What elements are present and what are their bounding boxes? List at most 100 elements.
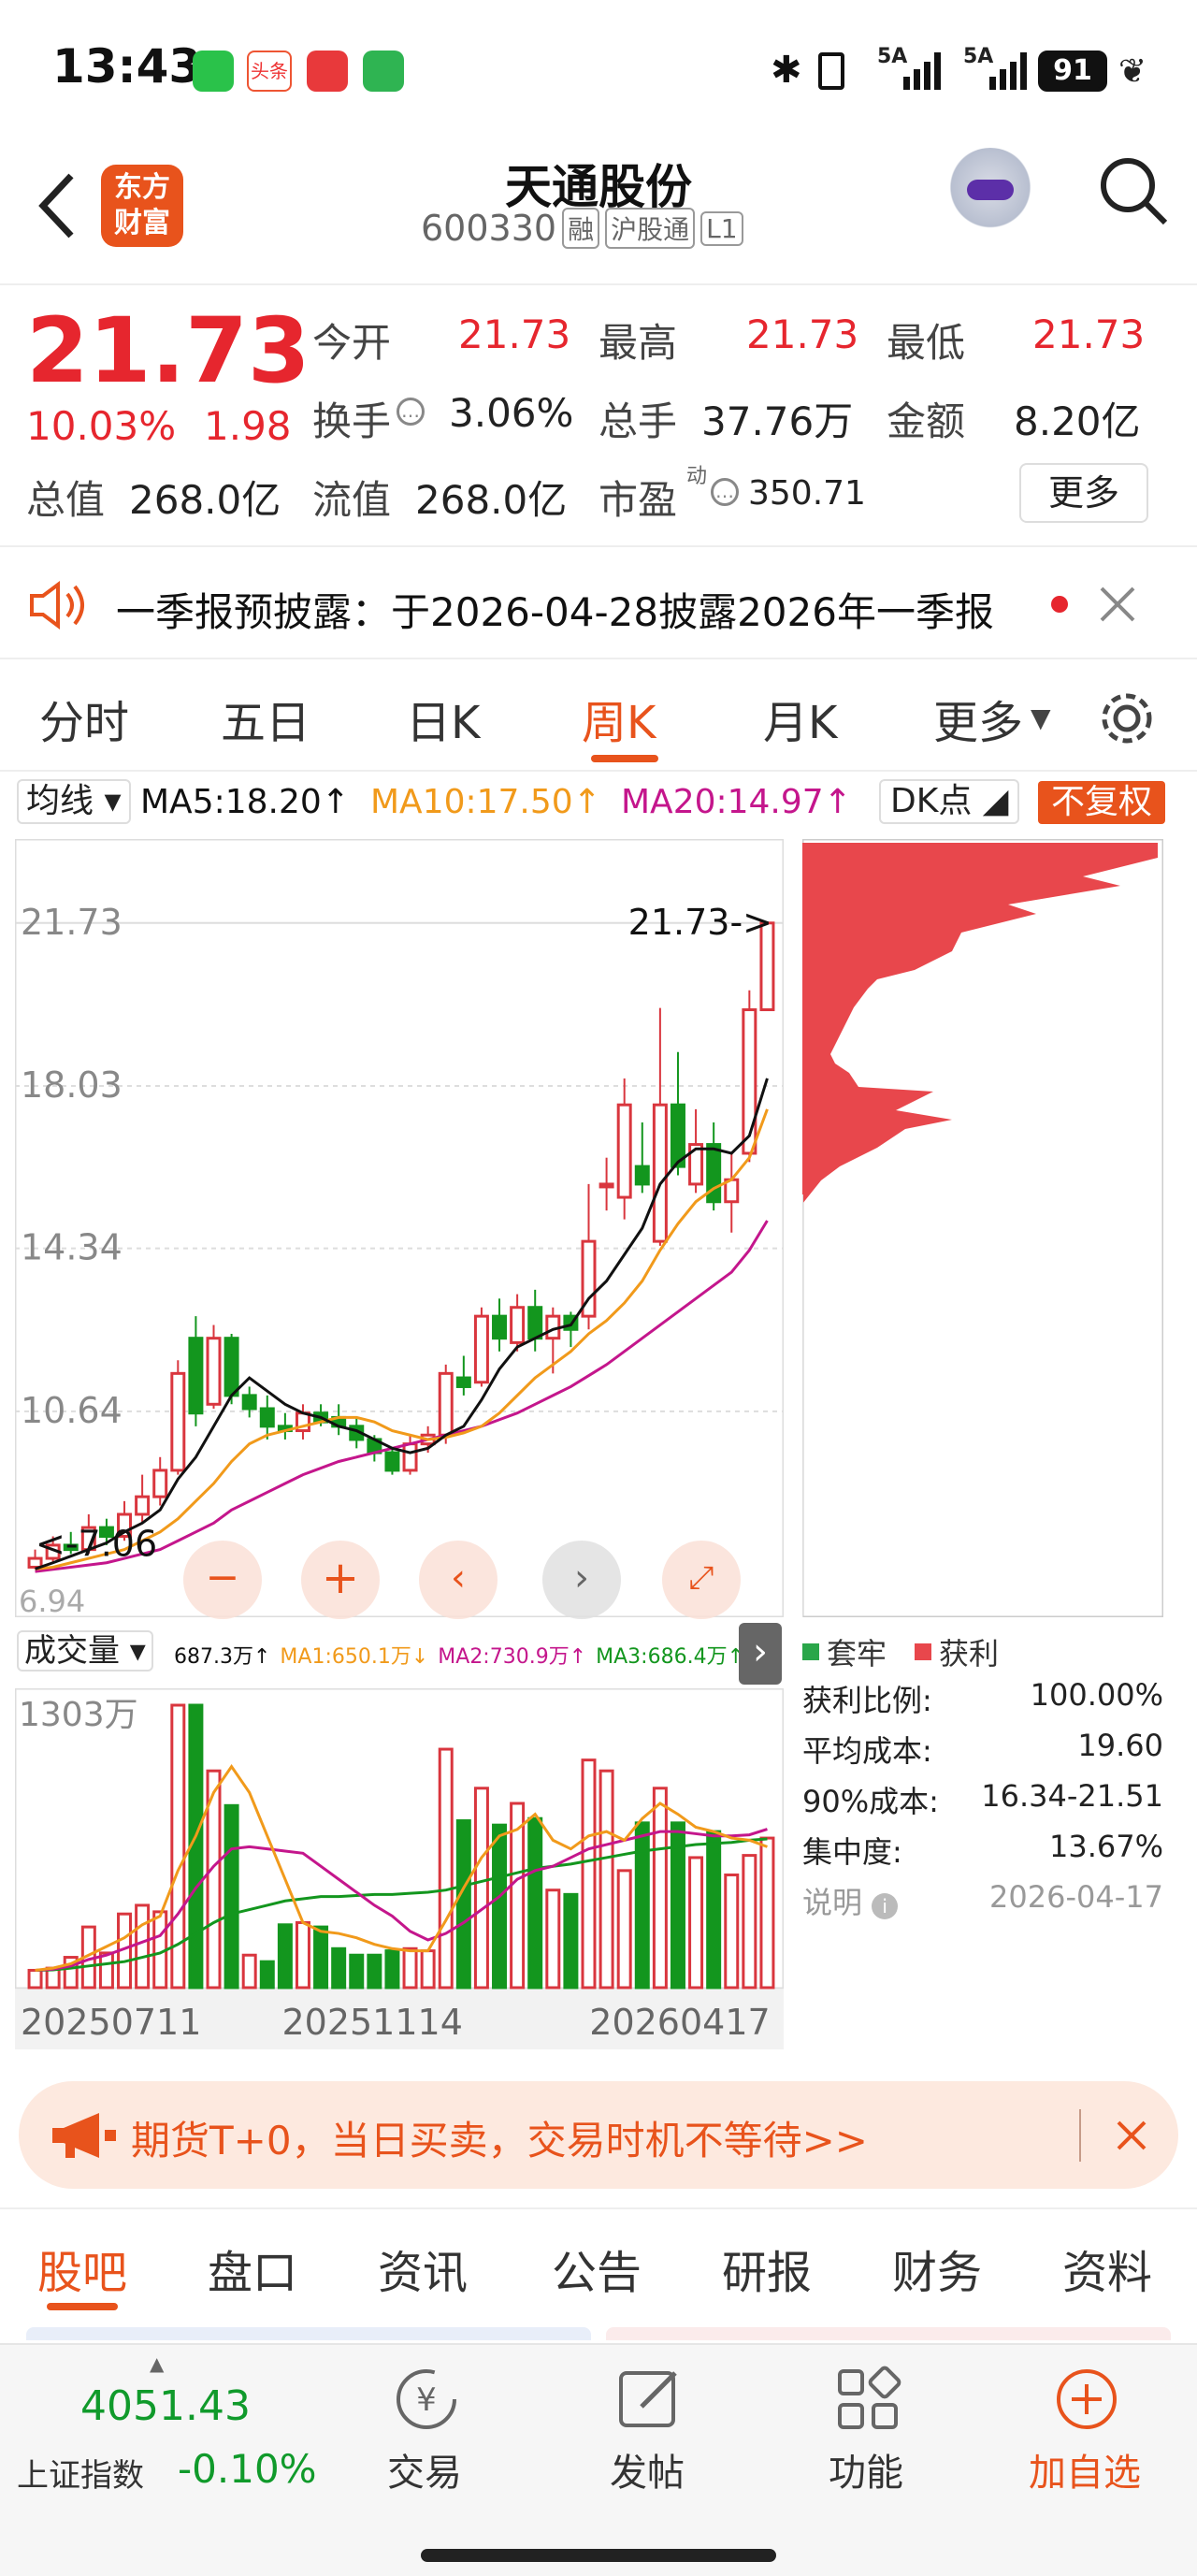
volume-bar — [598, 1769, 614, 1990]
info-icon[interactable]: i — [872, 1893, 899, 1919]
promo-divider — [1079, 2109, 1081, 2162]
candle-body — [616, 1103, 632, 1199]
dk-selector[interactable]: DK点 ◢ — [879, 779, 1020, 824]
close-notice-icon[interactable] — [1094, 581, 1141, 628]
badge-level: L1 — [700, 210, 743, 246]
tab-announcements[interactable]: 公告 — [552, 2236, 642, 2301]
app-icon — [307, 51, 348, 92]
candle-body — [598, 1182, 614, 1189]
candle-body — [634, 1165, 650, 1186]
leaf-icon: ❦ — [1118, 52, 1147, 91]
trade-label[interactable]: 交易 — [387, 2442, 462, 2496]
search-icon[interactable] — [1096, 153, 1171, 228]
candle-body — [438, 1371, 454, 1437]
trade-icon[interactable]: ¥ — [391, 2364, 462, 2435]
index-up-icon: ▲ — [150, 2352, 165, 2375]
content-card-right — [606, 2327, 1171, 2340]
legend-trap-swatch — [802, 1643, 819, 1660]
add-watchlist-label[interactable]: 加自选 — [1029, 2442, 1141, 2496]
pe-info-icon[interactable]: … — [711, 478, 739, 506]
high-label: 最高 — [598, 320, 678, 366]
fullscreen-icon[interactable]: ⤢ — [662, 1541, 741, 1619]
kline-chart[interactable]: 21.73 18.03 14.34 10.64 21.73-> <-7.06 6.94 — [15, 839, 784, 1617]
promo-banner[interactable]: 期货T+0，当日买卖，交易时机不等待>> — [19, 2081, 1178, 2189]
chart-area: 均线 ▾ MA5:18.20↑ MA10:17.50↑ MA20:14.97↑ … — [0, 772, 1197, 2062]
volume-bar — [277, 1923, 293, 1990]
chip-row: 集中度: 13.67% — [802, 1829, 1163, 1870]
candle-body — [224, 1337, 239, 1397]
amount-value: 8.20亿 — [1014, 398, 1141, 444]
turnover-label: 换手 — [312, 398, 392, 444]
tab-weekly[interactable]: 周K — [582, 686, 656, 751]
index-name[interactable]: 上证指数 — [17, 2450, 144, 2496]
change-amt: 1.98 — [204, 403, 292, 449]
volume-bar — [634, 1821, 650, 1990]
scroll-left-button[interactable]: ‹ — [419, 1541, 498, 1619]
tab-research[interactable]: 研报 — [722, 2236, 812, 2301]
content-tab-indicator — [47, 2303, 118, 2310]
volume-bar — [492, 1823, 508, 1990]
volume-bar — [384, 1949, 400, 1990]
tab-guba[interactable]: 股吧 — [37, 2236, 127, 2301]
ma5-label: MA5:18.20↑ — [140, 783, 350, 821]
low-tick-label: 6.94 — [19, 1584, 85, 1617]
tab-more[interactable]: 更多 — [933, 686, 1023, 751]
chip-row: 平均成本: 19.60 — [802, 1728, 1163, 1769]
volume-bar — [527, 1816, 543, 1990]
tab-finance[interactable]: 财务 — [892, 2236, 982, 2301]
more-button[interactable]: 更多 — [1019, 463, 1148, 523]
scroll-right-button[interactable]: › — [542, 1541, 621, 1619]
price-tick-label: 10.64 — [21, 1390, 123, 1431]
function-grid-icon[interactable] — [832, 2364, 903, 2435]
home-indicator — [421, 2549, 776, 2562]
volume-max-label: 1303万 — [19, 1696, 138, 1734]
post-icon[interactable] — [613, 2364, 685, 2435]
add-watchlist-icon[interactable] — [1051, 2364, 1122, 2435]
tab-profile[interactable]: 资料 — [1062, 2236, 1152, 2301]
date-axis-label: 20260417 — [589, 2002, 770, 2043]
volume-bar — [367, 1953, 382, 1990]
expand-indicator-button[interactable]: › — [739, 1623, 782, 1685]
tab-pankou[interactable]: 盘口 — [208, 2236, 297, 2301]
chip-row: 获利比例: 100.00% — [802, 1677, 1163, 1718]
zoom-out-button[interactable]: − — [183, 1541, 262, 1619]
index-value[interactable]: 4051.43 — [80, 2382, 251, 2430]
notice-text: 一季报预披露：于2026-04-28披露2026年一季报 — [116, 589, 994, 635]
candle-body — [652, 1103, 668, 1243]
tab-news[interactable]: 资讯 — [378, 2236, 468, 2301]
volume-chart[interactable]: 1303万 20250711 20251114 20260417 — [15, 1688, 784, 2062]
adjust-toggle[interactable]: 不复权 — [1038, 781, 1166, 824]
zoom-in-button[interactable]: + — [301, 1541, 380, 1619]
bluetooth-icon: ✱ — [771, 49, 802, 92]
change-pct: 10.03% — [26, 403, 177, 449]
promo-text: 期货T+0，当日买卖，交易时机不等待>> — [131, 2118, 868, 2164]
badge-margin: 融 — [562, 208, 600, 249]
candle-body — [188, 1337, 204, 1415]
tab-intraday[interactable]: 分时 — [39, 686, 129, 751]
candle-body — [492, 1314, 508, 1340]
volume-bar — [724, 1873, 740, 1990]
speaker-icon — [30, 581, 84, 630]
volume-bar — [295, 1920, 310, 1990]
content-card-left — [26, 2327, 591, 2340]
volume-bar — [581, 1758, 597, 1990]
notice-dot — [1051, 596, 1068, 613]
volume-bar — [135, 1903, 151, 1990]
volume-info: 687.3万↑ MA1:650.1万↓ MA2:730.9万↑ MA3:686.… — [174, 1645, 744, 1669]
volume-selector[interactable]: 成交量 ▾ — [17, 1630, 153, 1672]
close-promo-icon[interactable] — [1113, 2117, 1150, 2154]
function-label[interactable]: 功能 — [829, 2442, 903, 2496]
candle-body — [135, 1495, 151, 1516]
tab-five-day[interactable]: 五日 — [221, 686, 310, 751]
turnover-info-icon[interactable]: … — [397, 398, 425, 426]
float-value: 268.0亿 — [415, 477, 568, 523]
robot-avatar-icon[interactable] — [946, 148, 1034, 236]
gear-icon[interactable] — [1096, 687, 1158, 749]
ma-selector[interactable]: 均线 ▾ — [17, 779, 131, 824]
tab-daily[interactable]: 日K — [406, 686, 480, 751]
tab-monthly[interactable]: 月K — [763, 686, 837, 751]
low-value: 21.73 — [1032, 311, 1146, 357]
post-label[interactable]: 发帖 — [610, 2442, 685, 2496]
notice-bar[interactable]: 一季报预披露：于2026-04-28披露2026年一季报 — [0, 547, 1197, 659]
open-label: 今开 — [312, 320, 392, 366]
